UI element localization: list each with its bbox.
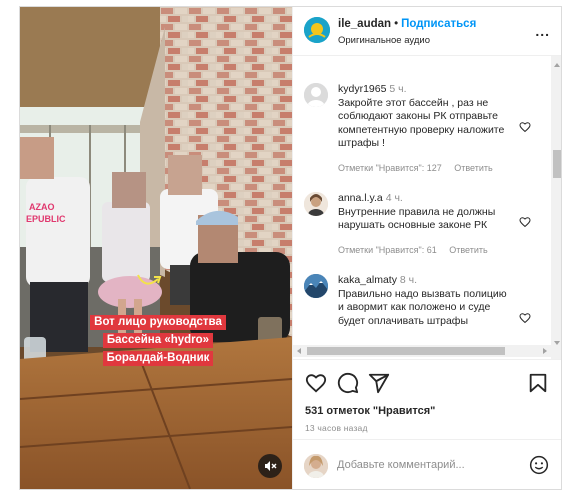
post-time: 13 часов назад	[305, 423, 368, 433]
comment-text: Правильно надо вызвать полицию и авормит…	[338, 287, 507, 327]
caption-line-3: Боралдай-Водник	[102, 351, 214, 366]
add-comment-bar	[293, 439, 561, 489]
commenter-username[interactable]: kaka_almaty	[338, 274, 397, 286]
post-video[interactable]: AZAO EPUBLIC Вот лицо руководства Бассей…	[20, 7, 292, 489]
more-options-icon[interactable]: ...	[535, 23, 550, 39]
user-photo-icon	[304, 192, 328, 216]
follow-button[interactable]: Подписаться	[401, 18, 476, 30]
share-icon[interactable]	[368, 372, 390, 394]
comments-list: kydyr1965 5 ч. Закройте этот бассейн , р…	[293, 56, 561, 359]
comment-item: anna.l.y.a 4 ч. Внутренние правила не до…	[293, 188, 543, 268]
post-actions: 531 отметок "Нравится" 13 часов назад	[293, 359, 561, 440]
scroll-left-arrow-icon[interactable]	[297, 348, 301, 354]
scroll-down-arrow-icon[interactable]	[554, 341, 560, 345]
author-line: ile_audan • Подписаться	[338, 18, 476, 30]
flag-emblem-icon	[304, 17, 330, 43]
audio-label[interactable]: Оригинальное аудио	[338, 35, 430, 46]
caption-line-1: Вот лицо руководства	[90, 315, 226, 330]
comment-item: kydyr1965 5 ч. Закройте этот бассейн , р…	[293, 56, 543, 176]
post-modal: AZAO EPUBLIC Вот лицо руководства Бассей…	[19, 6, 562, 490]
comment-text: Внутренние правила не должны нарушать ос…	[338, 205, 496, 232]
add-comment-input[interactable]	[337, 455, 487, 475]
emoji-icon[interactable]	[529, 455, 549, 475]
reply-button[interactable]: Ответить	[449, 245, 487, 255]
comment-icon[interactable]	[337, 372, 359, 394]
comments-horizontal-scrollbar[interactable]	[293, 345, 551, 357]
comment-meta: Отметки "Нравится": 61 Ответить	[338, 245, 498, 255]
video-frame: AZAO EPUBLIC	[20, 7, 292, 489]
video-caption: Вот лицо руководства Бассейна «hydro» Бо…	[84, 312, 232, 366]
comment-heart-icon[interactable]	[519, 216, 531, 228]
comment-time: 4 ч.	[385, 192, 403, 204]
scrollbar-thumb[interactable]	[553, 150, 561, 178]
comment-body: kydyr1965 5 ч. Закройте этот бассейн , р…	[338, 83, 514, 151]
post-header: ile_audan • Подписаться Оригинальное аудио…	[293, 7, 561, 56]
comment-meta: Отметки "Нравится": 127 Ответить	[338, 163, 503, 173]
mute-icon	[265, 461, 277, 471]
current-user-avatar	[304, 454, 328, 478]
default-avatar-icon	[304, 83, 328, 107]
commenter-username[interactable]: anna.l.y.a	[338, 192, 383, 204]
bookmark-icon[interactable]	[527, 372, 549, 394]
comments-vertical-scrollbar[interactable]	[551, 56, 561, 359]
hscrollbar-thumb[interactable]	[307, 347, 505, 355]
user-photo-icon	[304, 454, 328, 478]
mountain-photo-icon	[304, 274, 328, 298]
commenter-avatar[interactable]	[304, 274, 328, 298]
comment-heart-icon[interactable]	[519, 312, 531, 324]
author-avatar[interactable]	[304, 17, 330, 43]
shirt-print-line-1: AZAO	[29, 202, 55, 212]
separator-dot: •	[394, 18, 399, 30]
comment-time: 8 ч.	[399, 274, 418, 286]
mute-button[interactable]	[258, 454, 282, 478]
post-side-panel: ile_audan • Подписаться Оригинальное аудио…	[292, 7, 561, 489]
author-username[interactable]: ile_audan	[338, 18, 391, 30]
comment-body: anna.l.y.a 4 ч. Внутренние правила не до…	[338, 192, 514, 233]
comment-text: Закройте этот бассейн , раз не соблюдают…	[338, 96, 505, 150]
comment-heart-icon[interactable]	[519, 121, 531, 133]
commenter-avatar[interactable]	[304, 192, 328, 216]
scroll-right-arrow-icon[interactable]	[543, 348, 547, 354]
commenter-avatar[interactable]	[304, 83, 328, 107]
comment-time: 5 ч.	[389, 83, 407, 95]
comment-likes[interactable]: Отметки "Нравится": 61	[338, 245, 437, 255]
comment-body: kaka_almaty 8 ч. Правильно надо вызвать …	[338, 274, 514, 328]
comment-likes[interactable]: Отметки "Нравится": 127	[338, 163, 442, 173]
like-heart-icon[interactable]	[305, 372, 327, 394]
scroll-up-arrow-icon[interactable]	[554, 63, 560, 67]
reply-button[interactable]: Ответить	[454, 163, 492, 173]
commenter-username[interactable]: kydyr1965	[338, 83, 386, 95]
shirt-print-line-2: EPUBLIC	[26, 214, 66, 224]
likes-count[interactable]: 531 отметок "Нравится"	[305, 405, 435, 417]
caption-line-2: Бассейна «hydro»	[102, 333, 214, 348]
